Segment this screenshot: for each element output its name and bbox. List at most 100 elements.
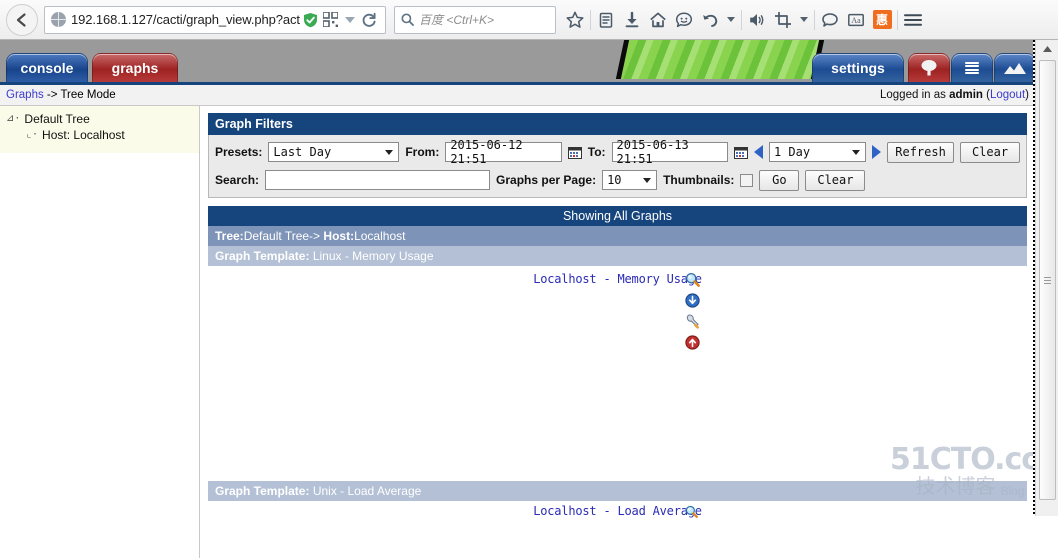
tab-console[interactable]: console (6, 53, 88, 82)
crop-icon[interactable] (770, 5, 796, 35)
arrow-right-icon[interactable] (872, 145, 882, 159)
graphs-per-page-label: Graphs per Page: (496, 173, 597, 187)
scrollbar-thumb[interactable] (1039, 60, 1056, 500)
tree-item-default-tree[interactable]: ⊿· Default Tree (6, 111, 195, 127)
arrow-left-icon[interactable] (753, 145, 763, 159)
smiley-icon[interactable] (671, 5, 697, 35)
breadcrumb: Graphs -> Tree Mode (6, 89, 116, 101)
graph-settings-icon[interactable] (685, 314, 700, 329)
tab-settings-label: settings (831, 60, 885, 76)
clear-filters-button[interactable]: Clear (805, 169, 866, 191)
showing-all-graphs-bar: Showing All Graphs (208, 206, 1027, 226)
logout-link[interactable]: Logout (990, 89, 1025, 101)
chevron-down-icon (385, 150, 394, 155)
login-user: admin (949, 89, 983, 101)
calendar-icon[interactable] (733, 146, 748, 159)
graph-template-value: Unix - Load Average (312, 484, 422, 498)
breadcrumb-current: Tree Mode (60, 89, 116, 101)
go-button[interactable]: Go (759, 169, 800, 191)
tree-expand-icon[interactable]: ⊿· (6, 111, 20, 127)
refresh-button[interactable]: Refresh (887, 141, 954, 163)
vertical-scrollbar[interactable] (1035, 40, 1058, 516)
from-date-value: 2015-06-12 21:51 (450, 138, 523, 166)
volume-icon[interactable] (744, 5, 770, 35)
calendar-icon[interactable] (567, 146, 582, 159)
url-bar[interactable]: 192.168.1.127/cacti/graph_view.php?actio… (44, 5, 386, 34)
tab-settings[interactable]: settings (812, 53, 904, 82)
scrollbar-grip-icon (1044, 275, 1051, 286)
clipboard-icon[interactable] (593, 5, 619, 35)
tab-preview-view[interactable] (994, 53, 1035, 82)
logout-open: ( (982, 89, 990, 101)
zoom-icon[interactable] (685, 272, 700, 287)
alipay-badge-text: 惠 (872, 10, 892, 29)
presets-select[interactable]: Last Day (268, 142, 400, 162)
alipay-badge-icon[interactable]: 惠 (869, 5, 895, 35)
toolbar-divider (897, 9, 898, 30)
tab-console-label: console (20, 60, 74, 76)
interval-select[interactable]: 1 Day (768, 142, 867, 162)
graph-title-load: Localhost - Load Average (533, 504, 702, 518)
chevron-down-icon[interactable] (800, 17, 808, 22)
banner-graphic (620, 40, 820, 79)
to-date-value: 2015-06-13 21:51 (616, 138, 689, 166)
globe-icon (51, 12, 66, 27)
to-date-input[interactable]: 2015-06-13 21:51 (611, 138, 728, 166)
tree-sidebar: ⊿· Default Tree ⌞· Host: Localhost (0, 106, 200, 558)
tree-item-host-localhost[interactable]: ⌞· Host: Localhost (6, 127, 195, 143)
chevron-down-icon (643, 178, 652, 183)
from-date-input[interactable]: 2015-06-12 21:51 (445, 138, 562, 166)
presets-value: Last Day (273, 145, 332, 159)
graph-filters-panel: Graph Filters Presets: Last Day From: 20… (208, 113, 1027, 198)
breadcrumb-link-graphs[interactable]: Graphs (6, 89, 44, 101)
filter-row-presets: Presets: Last Day From: 2015-06-12 21:51 (215, 138, 1020, 166)
download-icon[interactable] (619, 5, 645, 35)
tree-item-child-label: Host: Localhost (42, 128, 125, 142)
reload-icon[interactable] (361, 12, 377, 28)
content-pane: Graph Filters Presets: Last Day From: 20… (200, 106, 1035, 558)
login-prefix: Logged in as (880, 89, 950, 101)
graph-template-label: Graph Template: (215, 249, 310, 263)
back-arrow-icon[interactable] (6, 3, 38, 36)
text-format-icon[interactable]: Aa (843, 5, 869, 35)
tree-container: ⊿· Default Tree ⌞· Host: Localhost (0, 106, 199, 153)
tab-graphs[interactable]: graphs (92, 53, 178, 82)
browser-toolbar: 192.168.1.127/cacti/graph_view.php?actio… (0, 0, 1058, 40)
breadcrumb-bar: Graphs -> Tree Mode Logged in as admin (… (0, 85, 1035, 106)
star-icon[interactable] (562, 5, 588, 35)
qr-code-icon[interactable] (322, 11, 339, 28)
graph-template-label: Graph Template: (215, 484, 310, 498)
graph-filters-body: Presets: Last Day From: 2015-06-12 21:51 (208, 135, 1027, 198)
presets-label: Presets: (215, 145, 263, 159)
scroll-up-icon[interactable] (1036, 40, 1058, 57)
tree-path-value: Default Tree-> (243, 229, 324, 243)
graphs-per-page-select[interactable]: 10 (602, 170, 658, 190)
search-input[interactable] (265, 170, 491, 190)
page-top-icon[interactable] (685, 335, 700, 350)
tree-path-prefix: Tree: (215, 229, 244, 243)
browser-search-box[interactable]: 百度 <Ctrl+K> (394, 5, 556, 34)
shield-icon[interactable] (303, 12, 318, 28)
undo-icon[interactable] (697, 5, 723, 35)
graph-action-icons-memory (685, 272, 700, 350)
chevron-down-icon[interactable] (727, 17, 735, 22)
home-icon[interactable] (645, 5, 671, 35)
comment-icon[interactable] (817, 5, 843, 35)
tree-path-bar: Tree:Default Tree-> Host:Localhost (208, 226, 1027, 246)
zoom-icon[interactable] (685, 505, 698, 518)
graph-preview-icon (1004, 63, 1026, 74)
chevron-down-icon[interactable] (345, 16, 355, 23)
csv-export-icon[interactable] (685, 293, 700, 308)
graph-area-memory: Localhost - Memory Usage (208, 266, 1027, 481)
graph-template-bar-memory: Graph Template: Linux - Memory Usage (208, 246, 1027, 266)
thumbnails-label: Thumbnails: (663, 173, 735, 187)
thumbnails-checkbox[interactable] (740, 173, 754, 187)
clear-button[interactable]: Clear (960, 141, 1020, 163)
filter-row-search: Search: Graphs per Page: 10 Thumbnails: … (215, 168, 1020, 192)
tab-list-view[interactable] (951, 53, 993, 82)
cacti-header-banner: console graphs settings (0, 40, 1035, 85)
host-path-value: Localhost (354, 229, 406, 243)
hamburger-menu-icon[interactable] (900, 5, 926, 35)
results-panel: Showing All Graphs Tree:Default Tree-> H… (208, 206, 1027, 519)
tab-tree-view[interactable] (908, 53, 950, 82)
